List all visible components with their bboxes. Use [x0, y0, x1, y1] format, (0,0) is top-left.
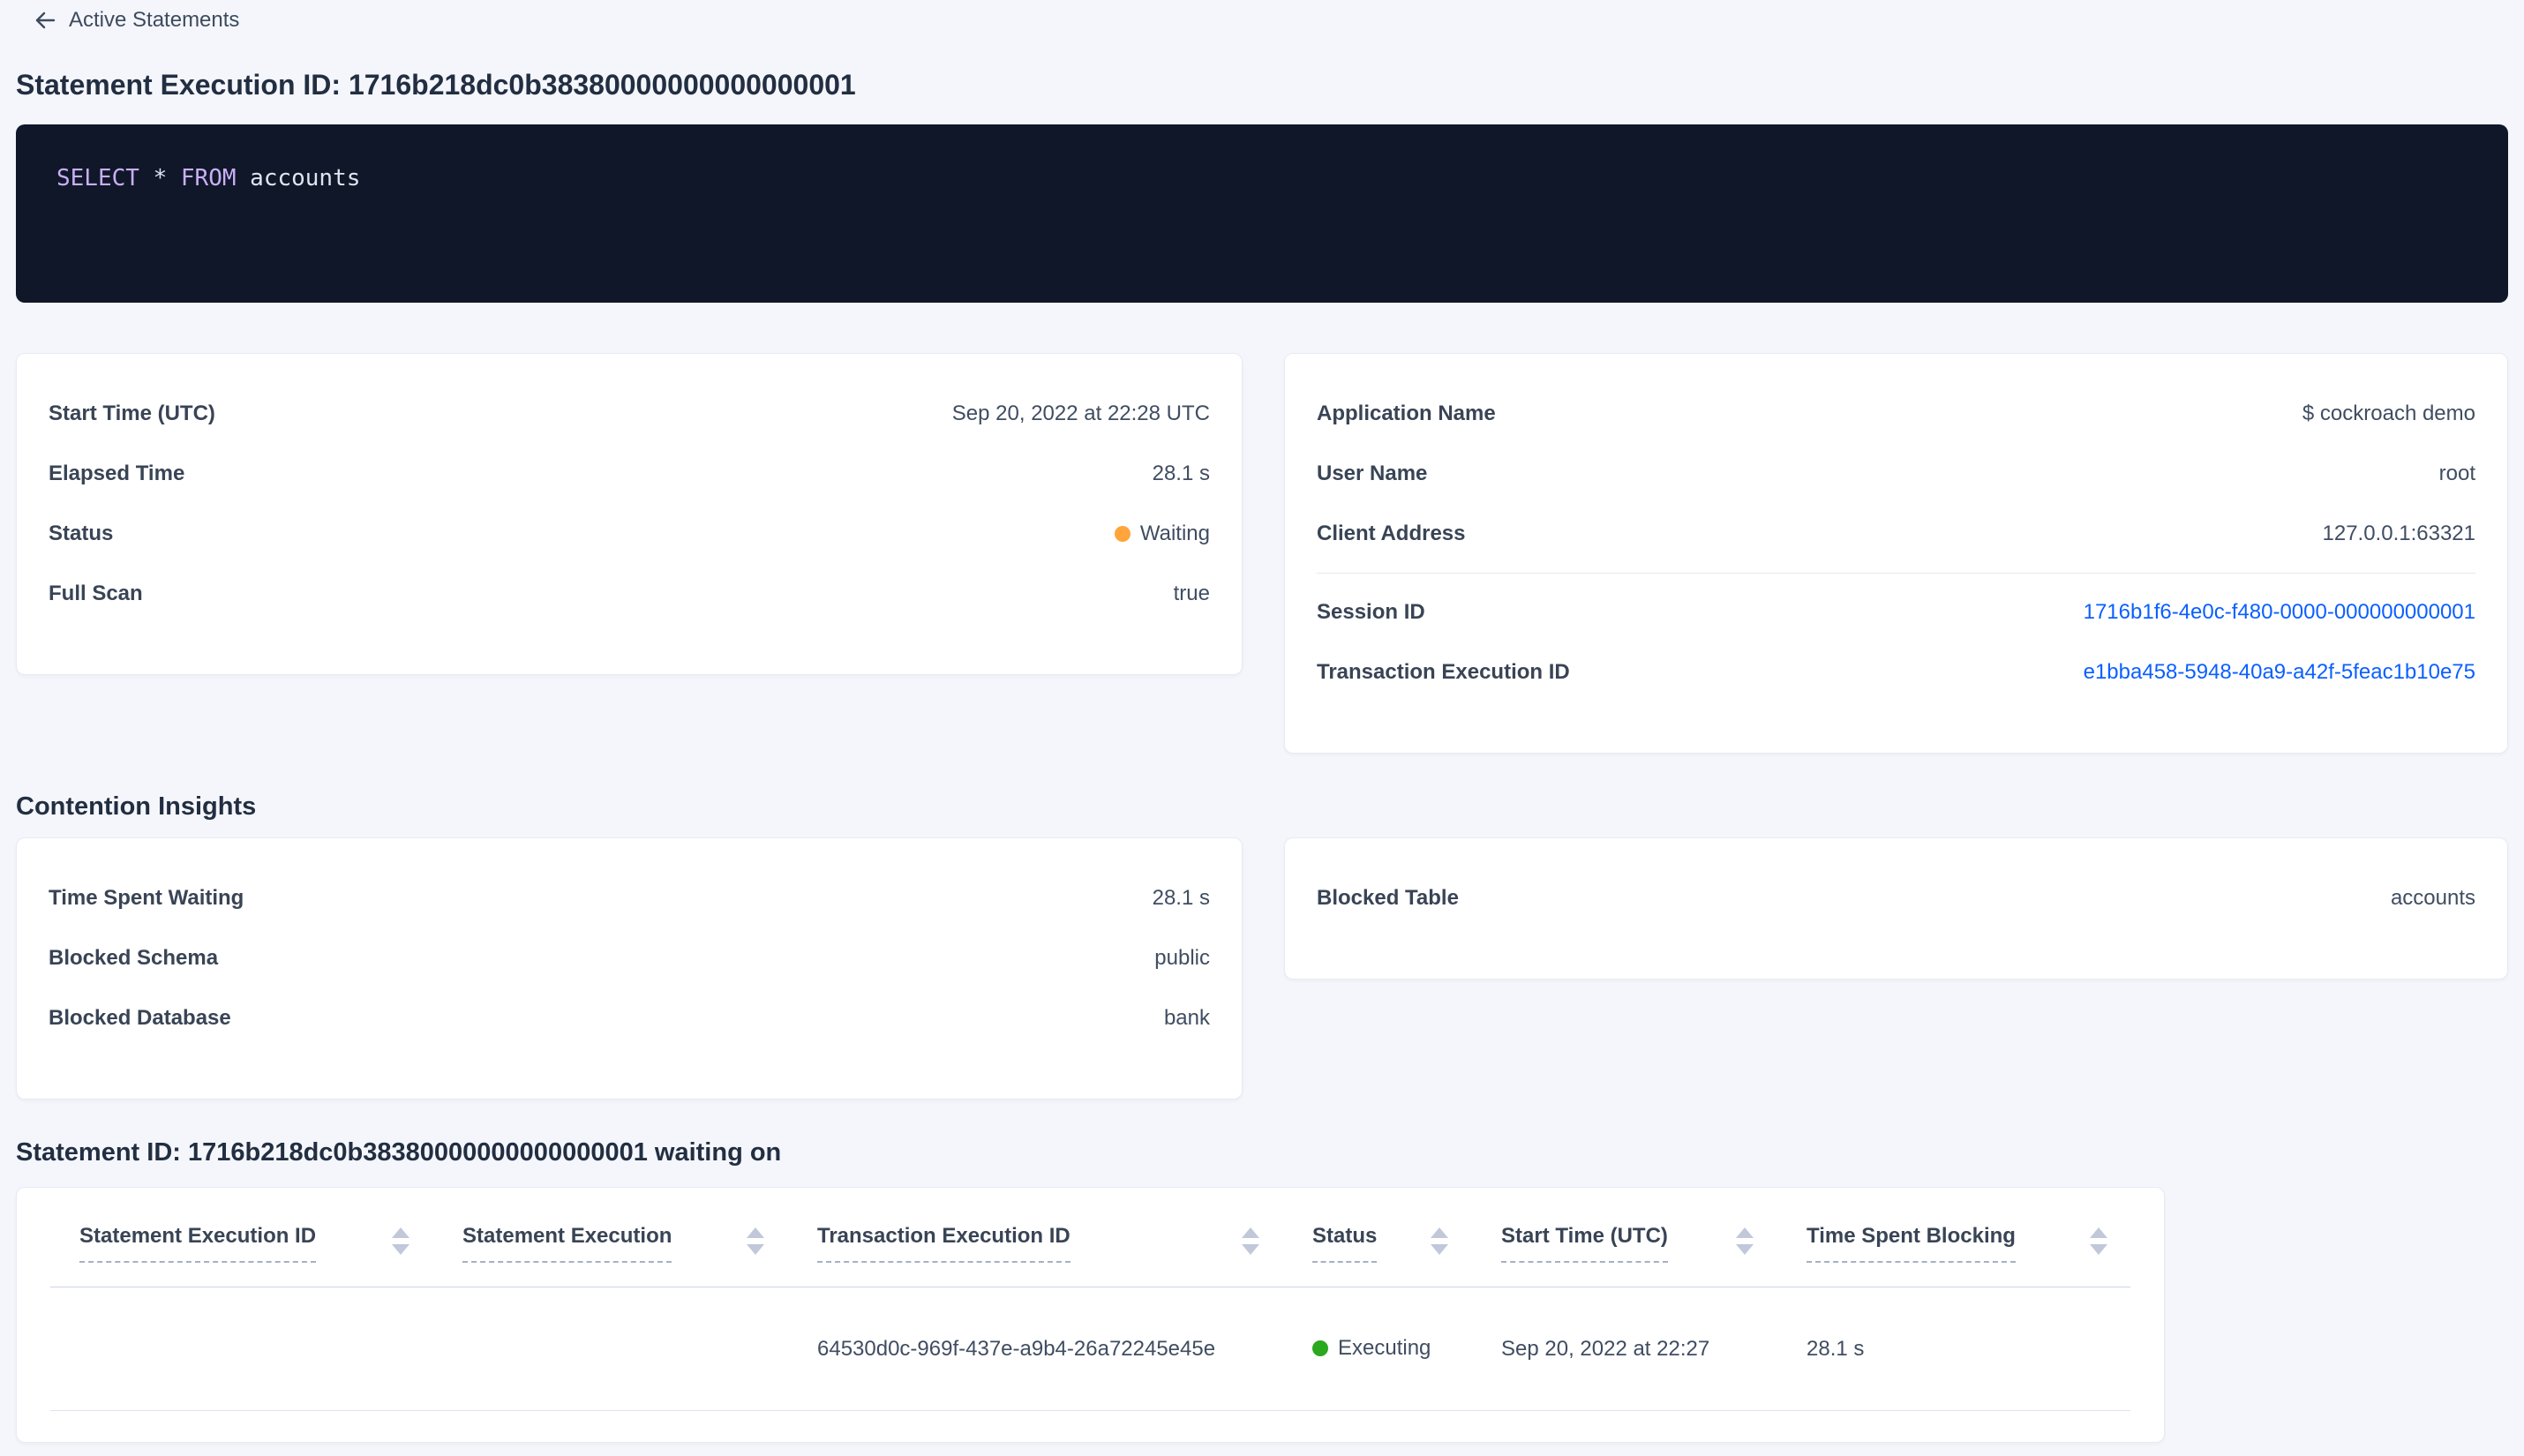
column-header-label: Statement Execution — [462, 1223, 672, 1263]
blocked-schema-label: Blocked Schema — [49, 946, 219, 970]
blocked-table-card: Blocked Table accounts — [1284, 837, 2508, 979]
breadcrumb-label: Active Statements — [69, 8, 240, 32]
status-badge: Waiting — [1114, 522, 1210, 546]
column-header-statement-execution[interactable]: Statement Execution — [462, 1223, 817, 1263]
back-arrow-icon — [34, 9, 56, 32]
executing-status-dot-icon — [1312, 1340, 1328, 1356]
sql-keyword-from: FROM — [180, 165, 237, 191]
column-header-label: Time Spent Blocking — [1807, 1223, 2016, 1263]
column-header-transaction-execution-id[interactable]: Transaction Execution ID — [817, 1223, 1312, 1263]
session-id-label: Session ID — [1317, 600, 1425, 624]
card-divider — [1317, 573, 2475, 574]
sql-operator: * — [139, 165, 181, 191]
status-badge: Executing — [1312, 1336, 1431, 1361]
cell-status: Executing — [1312, 1336, 1501, 1362]
waiting-statements-table-card: Statement Execution ID Statement Executi… — [16, 1187, 2165, 1443]
elapsed-time-row: Elapsed Time 28.1 s — [49, 444, 1210, 504]
contention-cards-row: Time Spent Waiting 28.1 s Blocked Schema… — [16, 837, 2508, 1100]
user-name-label: User Name — [1317, 462, 1428, 485]
elapsed-time-value: 28.1 s — [1152, 462, 1210, 485]
application-name-row: Application Name $ cockroach demo — [1317, 384, 2475, 444]
full-scan-label: Full Scan — [49, 582, 143, 605]
start-time-label: Start Time (UTC) — [49, 402, 215, 425]
status-label: Status — [49, 522, 114, 545]
column-header-time-spent-blocking[interactable]: Time Spent Blocking — [1807, 1223, 2111, 1263]
waiting-on-heading: Statement ID: 1716b218dc0b38380000000000… — [16, 1138, 782, 1167]
time-spent-waiting-value: 28.1 s — [1152, 886, 1210, 910]
transaction-execution-id-link[interactable]: e1bba458-5948-40a9-a42f-5feac1b10e75 — [2084, 660, 2475, 685]
overview-cards-row: Start Time (UTC) Sep 20, 2022 at 22:28 U… — [16, 353, 2508, 754]
column-header-start-time[interactable]: Start Time (UTC) — [1501, 1223, 1807, 1263]
column-header-label: Start Time (UTC) — [1501, 1223, 1668, 1263]
cell-start-time: Sep 20, 2022 at 22:27 — [1501, 1336, 1710, 1361]
breadcrumb[interactable]: Active Statements — [34, 7, 239, 34]
time-spent-waiting-row: Time Spent Waiting 28.1 s — [49, 868, 1210, 928]
application-name-value: $ cockroach demo — [2302, 402, 2475, 425]
user-name-row: User Name root — [1317, 444, 2475, 504]
client-address-value: 127.0.0.1:63321 — [2322, 522, 2476, 545]
sort-icon[interactable] — [1431, 1227, 1448, 1255]
elapsed-time-label: Elapsed Time — [49, 462, 185, 485]
contention-details-card: Time Spent Waiting 28.1 s Blocked Schema… — [16, 837, 1243, 1100]
execution-overview-card: Start Time (UTC) Sep 20, 2022 at 22:28 U… — [16, 353, 1243, 675]
session-id-row: Session ID 1716b1f6-4e0c-f480-0000-00000… — [1317, 582, 2475, 642]
column-header-label: Statement Execution ID — [79, 1223, 317, 1263]
start-time-value: Sep 20, 2022 at 22:28 UTC — [951, 402, 1210, 425]
blocked-table-value: accounts — [2390, 886, 2475, 910]
row-status-value: Executing — [1338, 1335, 1431, 1360]
user-name-value: root — [2438, 462, 2475, 485]
sort-icon[interactable] — [392, 1227, 409, 1255]
transaction-execution-id-label: Transaction Execution ID — [1317, 660, 1570, 684]
statement-execution-details-page: Active Statements Statement Execution ID… — [0, 0, 2524, 1443]
table-header-row: Statement Execution ID Statement Executi… — [50, 1188, 2130, 1287]
waiting-status-dot-icon — [1114, 526, 1131, 542]
session-info-card: Application Name $ cockroach demo User N… — [1284, 353, 2508, 754]
column-header-statement-execution-id[interactable]: Statement Execution ID — [79, 1223, 462, 1263]
blocked-database-value: bank — [1163, 1006, 1210, 1030]
cell-transaction-execution-id: 64530d0c-969f-437e-a9b4-26a72245e45e — [817, 1336, 1216, 1361]
blocked-database-row: Blocked Database bank — [49, 988, 1210, 1048]
sql-keyword-select: SELECT — [56, 165, 139, 191]
column-header-label: Status — [1312, 1223, 1378, 1263]
sql-statement: SELECT * FROM accounts — [56, 163, 2468, 193]
sort-icon[interactable] — [2090, 1227, 2107, 1255]
client-address-label: Client Address — [1317, 522, 1466, 545]
client-address-row: Client Address 127.0.0.1:63321 — [1317, 504, 2475, 564]
start-time-row: Start Time (UTC) Sep 20, 2022 at 22:28 U… — [49, 384, 1210, 444]
column-header-label: Transaction Execution ID — [817, 1223, 1070, 1263]
table-row: 64530d0c-969f-437e-a9b4-26a72245e45e Exe… — [50, 1287, 2130, 1411]
session-id-link[interactable]: 1716b1f6-4e0c-f480-0000-000000000001 — [2084, 600, 2475, 625]
sql-statement-box: SELECT * FROM accounts — [16, 124, 2508, 303]
full-scan-value: true — [1173, 582, 1210, 605]
time-spent-waiting-label: Time Spent Waiting — [49, 886, 244, 910]
transaction-execution-id-row: Transaction Execution ID e1bba458-5948-4… — [1317, 642, 2475, 702]
blocked-table-label: Blocked Table — [1317, 886, 1459, 910]
page-title: Statement Execution ID: 1716b218dc0b3838… — [16, 69, 856, 101]
sort-icon[interactable] — [1736, 1227, 1754, 1255]
column-header-status[interactable]: Status — [1312, 1223, 1501, 1263]
full-scan-row: Full Scan true — [49, 564, 1210, 624]
status-value: Waiting — [1139, 522, 1210, 545]
blocked-schema-value: public — [1154, 946, 1210, 970]
cell-time-spent-blocking: 28.1 s — [1807, 1336, 1865, 1361]
application-name-label: Application Name — [1317, 402, 1496, 425]
sort-icon[interactable] — [1242, 1227, 1259, 1255]
blocked-database-label: Blocked Database — [49, 1006, 231, 1030]
sql-identifier: accounts — [236, 165, 361, 191]
sort-icon[interactable] — [747, 1227, 764, 1255]
contention-insights-heading: Contention Insights — [16, 792, 257, 821]
blocked-schema-row: Blocked Schema public — [49, 928, 1210, 988]
blocked-table-row: Blocked Table accounts — [1317, 868, 2475, 928]
status-row: Status Waiting — [49, 504, 1210, 564]
